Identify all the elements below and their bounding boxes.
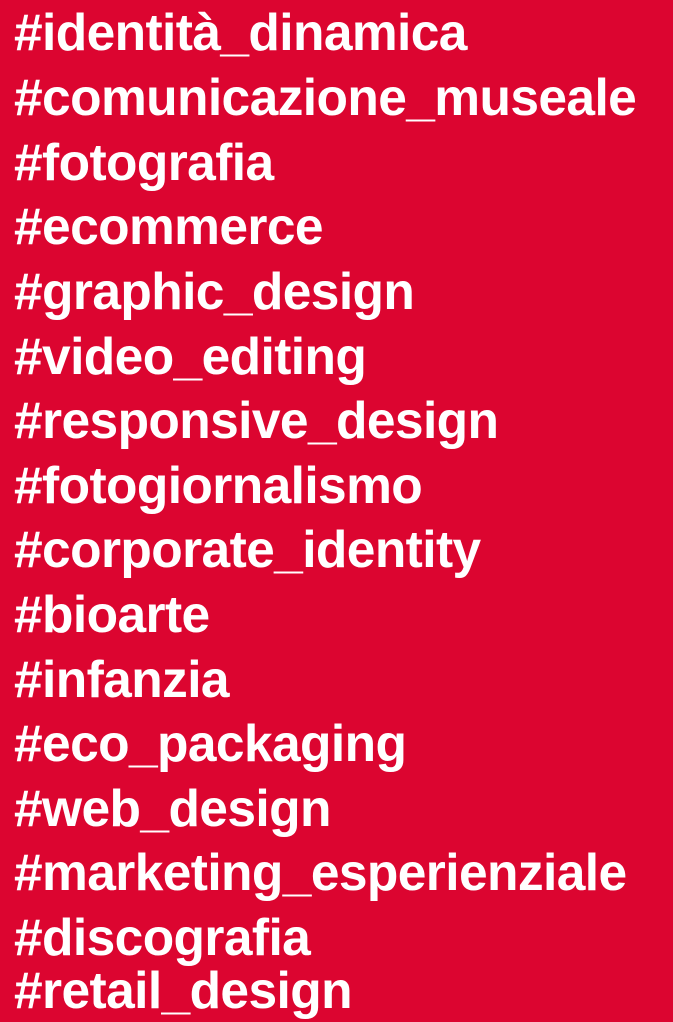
tag-retail-design[interactable]: #retail_design	[14, 958, 353, 1022]
tag-web-design[interactable]: #web_design	[14, 776, 331, 840]
tag-graphic-design[interactable]: #graphic_design	[14, 259, 415, 323]
tag-marketing-esperienziale[interactable]: #marketing_esperienziale	[14, 840, 627, 904]
tag-fotografia[interactable]: #fotografia	[14, 130, 274, 194]
tag-infanzia[interactable]: #infanzia	[14, 647, 230, 711]
tag-responsive-design[interactable]: #responsive_design	[14, 388, 499, 452]
tag-video-editing[interactable]: #video_editing	[14, 324, 367, 388]
tag-bioarte[interactable]: #bioarte	[14, 582, 210, 646]
tag-identita-dinamica[interactable]: #identità_dinamica	[14, 0, 467, 64]
tag-corporate-identity[interactable]: #corporate_identity	[14, 517, 481, 581]
tag-fotogiornalismo[interactable]: #fotogiornalismo	[14, 453, 423, 517]
tag-comunicazione-museale[interactable]: #comunicazione_museale	[14, 65, 637, 129]
tag-ecommerce[interactable]: #ecommerce	[14, 194, 324, 258]
tag-eco-packaging[interactable]: #eco_packaging	[14, 711, 407, 775]
